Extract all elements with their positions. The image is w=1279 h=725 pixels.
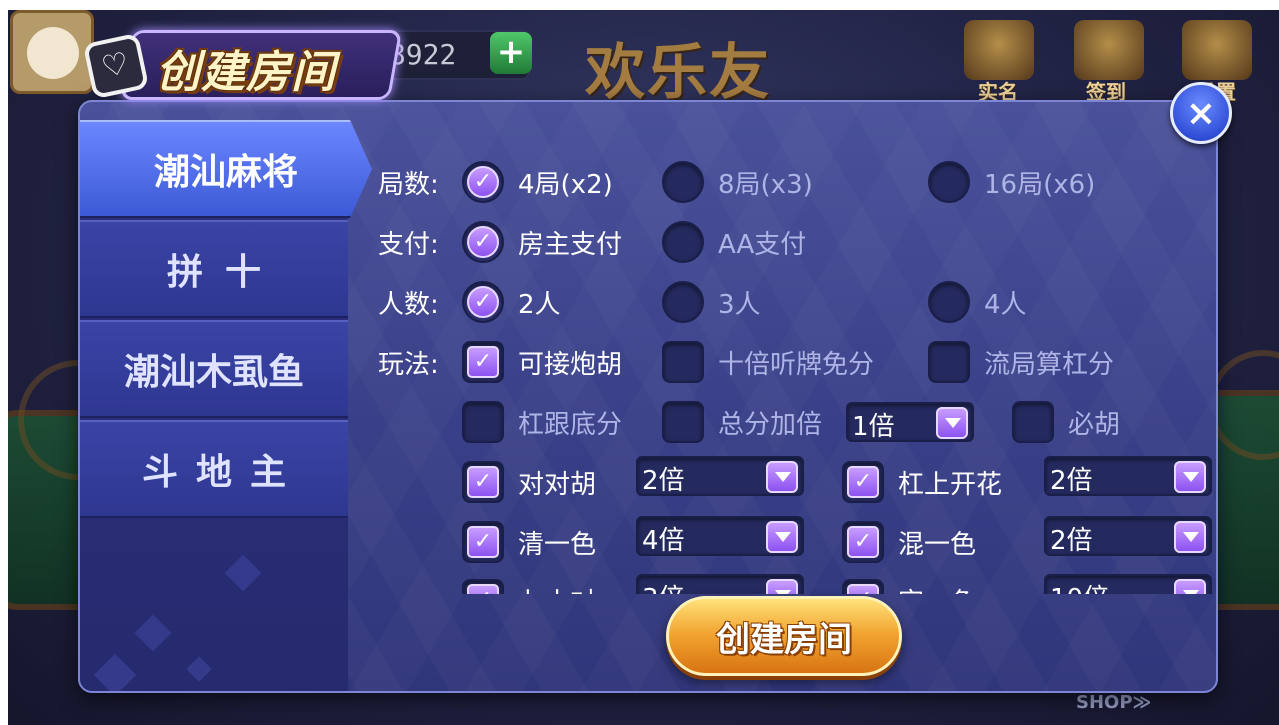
qixiaodui-select[interactable]: 3倍 (636, 574, 804, 594)
chevron-down-icon (936, 407, 968, 439)
tab-chaoshan-mahjong[interactable]: 潮汕麻将 (80, 120, 372, 218)
radio-button[interactable] (662, 281, 704, 323)
tab-label: 潮汕木虱鱼 (123, 352, 304, 393)
chevron-down-icon (766, 521, 798, 553)
chevron-down-icon (766, 461, 798, 493)
chevron-down-icon (1174, 579, 1206, 594)
decor-diamond-icon (93, 653, 137, 691)
radio-button[interactable]: ✓ (462, 161, 504, 203)
check-icon: ✓ (847, 584, 879, 594)
duiduihu-select[interactable]: 2倍 (636, 456, 804, 496)
hunyise-select[interactable]: 2倍 (1044, 516, 1212, 556)
checkbox[interactable]: ✓ (842, 579, 884, 594)
tab-chaoshan-mushiyu[interactable]: 潮汕木虱鱼 (80, 320, 348, 418)
decor-diamond-icon (134, 614, 172, 652)
check-icon: ✓ (847, 466, 879, 498)
rule-bihu[interactable]: 必胡 (1012, 400, 1120, 444)
create-room-button[interactable]: 创建房间 (666, 596, 902, 676)
check-icon: ✓ (467, 466, 499, 498)
radio-button[interactable] (662, 161, 704, 203)
checkbox[interactable]: ✓ (462, 461, 504, 503)
check-icon: ✓ (467, 286, 499, 318)
tab-label: 斗地主 (141, 452, 304, 493)
checkbox[interactable]: ✓ (462, 579, 504, 594)
realname-icon[interactable] (964, 20, 1034, 80)
check-icon: ✓ (467, 226, 499, 258)
dialog-title: 创建房间 (156, 47, 336, 98)
check-icon: ✓ (467, 526, 499, 558)
rule-jiepaohu[interactable]: ✓ 可接炮胡 (462, 340, 622, 384)
players-option-3[interactable]: 3人 (662, 280, 761, 324)
close-icon: × (1185, 92, 1217, 134)
rules-label: 玩法: (378, 350, 439, 380)
avatar-face-icon (27, 27, 79, 79)
chevron-down-icon (1174, 461, 1206, 493)
rounds-label: 局数: (378, 170, 439, 200)
qingyise-select[interactable]: 4倍 (636, 516, 804, 556)
check-icon: ✓ (467, 166, 499, 198)
rule-hunyise[interactable]: ✓ 混一色 (842, 520, 976, 564)
radio-button[interactable] (928, 281, 970, 323)
gangshang-select[interactable]: 2倍 (1044, 456, 1212, 496)
chevron-down-icon (766, 579, 798, 594)
checkbox[interactable] (662, 401, 704, 443)
players-label: 人数: (378, 290, 439, 320)
checkbox[interactable]: ✓ (462, 521, 504, 563)
check-icon: ✓ (467, 346, 499, 378)
radio-button[interactable]: ✓ (462, 281, 504, 323)
decor-diamond-icon (224, 554, 262, 592)
rule-ziyise[interactable]: ✓ 字一色 (842, 578, 976, 594)
options-panel: 局数: ✓ 4局(x2) 8局(x3) 16局(x6) 支付: ✓ 房主支付 A… (370, 154, 1216, 594)
tab-doudizhu[interactable]: 斗地主 (80, 420, 348, 518)
rule-qingyise[interactable]: ✓ 清一色 (462, 520, 596, 564)
tab-label: 潮汕麻将 (153, 152, 298, 193)
close-button[interactable]: × (1170, 82, 1232, 144)
rule-qixiaodui[interactable]: ✓ 七小对 (462, 578, 596, 594)
round-option-16[interactable]: 16局(x6) (928, 160, 1095, 204)
rule-gang-difen[interactable]: 杠跟底分 (462, 400, 622, 444)
create-room-dialog: 潮汕麻将 拼十 潮汕木虱鱼 斗地主 局数: ✓ 4局(x2) 8局(x3) 16… (78, 100, 1218, 693)
checkbox[interactable]: ✓ (462, 341, 504, 383)
checkin-icon[interactable] (1074, 20, 1144, 80)
total-double-select[interactable]: 1倍 (846, 402, 974, 442)
round-option-4[interactable]: ✓ 4局(x2) (462, 160, 613, 204)
heart-chat-icon: ♡ (82, 32, 150, 100)
payment-option-owner[interactable]: ✓ 房主支付 (462, 220, 622, 264)
rule-total-double[interactable]: 总分加倍 (662, 400, 822, 444)
checkbox[interactable]: ✓ (842, 461, 884, 503)
rule-tenfold-ting[interactable]: 十倍听牌免分 (662, 340, 874, 384)
checkbox[interactable] (1012, 401, 1054, 443)
players-option-2[interactable]: ✓ 2人 (462, 280, 561, 324)
round-option-8[interactable]: 8局(x3) (662, 160, 813, 204)
checkbox[interactable]: ✓ (842, 521, 884, 563)
check-icon: ✓ (847, 526, 879, 558)
ziyise-select[interactable]: 10倍 (1044, 574, 1212, 594)
checkbox[interactable] (662, 341, 704, 383)
radio-button[interactable]: ✓ (462, 221, 504, 263)
check-icon: ✓ (467, 584, 499, 594)
radio-button[interactable] (662, 221, 704, 263)
dialog-title-banner: ♡ 创建房间 (82, 22, 403, 104)
players-option-4[interactable]: 4人 (928, 280, 1027, 324)
radio-button[interactable] (928, 161, 970, 203)
chevron-down-icon (1174, 521, 1206, 553)
avatar[interactable] (10, 10, 94, 94)
checkbox[interactable] (928, 341, 970, 383)
payment-label: 支付: (378, 230, 439, 260)
tab-pinshi[interactable]: 拼十 (80, 220, 348, 318)
game-logo: 欢乐友 (585, 38, 771, 108)
rule-gangshang-kaihua[interactable]: ✓ 杠上开花 (842, 460, 1002, 504)
rule-duiduihu[interactable]: ✓ 对对胡 (462, 460, 596, 504)
rule-liuju-gang[interactable]: 流局算杠分 (928, 340, 1114, 384)
payment-option-aa[interactable]: AA支付 (662, 220, 806, 264)
add-coins-button[interactable]: + (490, 32, 532, 74)
decor-diamond-icon (186, 656, 212, 682)
checkbox[interactable] (462, 401, 504, 443)
shop-link[interactable]: SHOP≫ (1076, 692, 1151, 713)
settings-icon[interactable] (1182, 20, 1252, 80)
tab-label: 拼十 (166, 252, 283, 293)
